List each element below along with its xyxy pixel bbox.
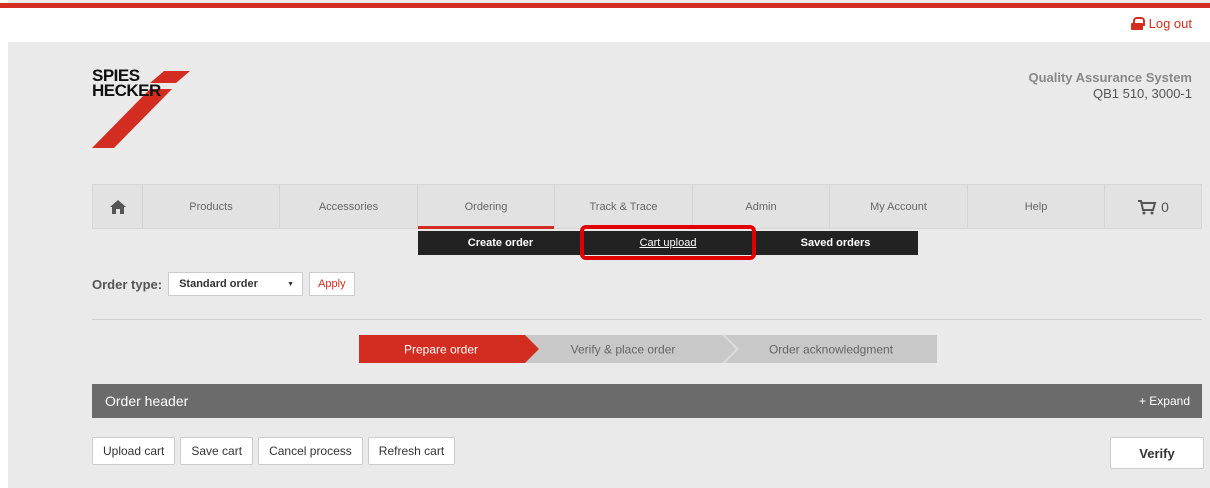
nav-label: Products xyxy=(189,200,233,213)
nav-products[interactable]: Products xyxy=(143,185,280,228)
nav-label: My Account xyxy=(870,200,927,213)
upload-cart-button[interactable]: Upload cart xyxy=(92,437,176,465)
spies-hecker-logo[interactable]: SPIES HECKER xyxy=(92,67,202,152)
expand-toggle[interactable]: + Expand xyxy=(1139,394,1190,408)
utility-bar: Log out xyxy=(8,8,1210,42)
cart-count: 0 xyxy=(1161,198,1169,215)
nav-home[interactable] xyxy=(93,185,143,228)
subnav-create-order[interactable]: Create order xyxy=(418,231,583,255)
system-info: Quality Assurance System QB1 510, 3000-1 xyxy=(1028,70,1192,102)
system-code: QB1 510, 3000-1 xyxy=(1092,86,1192,101)
system-title: Quality Assurance System xyxy=(1028,70,1192,85)
subnav-label: Create order xyxy=(467,237,534,249)
cart-upload-highlight xyxy=(580,225,756,260)
order-type-bar: Order type: Standard order ▼ Apply xyxy=(92,272,355,296)
cancel-process-button[interactable]: Cancel process xyxy=(258,437,363,465)
order-type-select[interactable]: Standard order ▼ xyxy=(168,272,304,296)
chevron-down-icon: ▼ xyxy=(287,280,295,288)
logout-label: Log out xyxy=(1148,16,1192,31)
nav-accessories[interactable]: Accessories xyxy=(280,185,418,228)
lock-icon xyxy=(1130,17,1145,30)
nav-label: Accessories xyxy=(318,200,379,213)
nav-ordering[interactable]: Ordering xyxy=(418,185,555,229)
order-type-label: Order type: xyxy=(92,276,163,292)
verify-button[interactable]: Verify xyxy=(1110,437,1204,469)
nav-admin[interactable]: Admin xyxy=(693,185,830,228)
nav-label: Ordering xyxy=(464,200,508,213)
cart-icon xyxy=(1138,199,1157,214)
apply-button[interactable]: Apply xyxy=(309,272,355,296)
home-icon xyxy=(109,199,126,214)
order-progress-steps: Prepare order Verify & place order Order… xyxy=(359,335,937,363)
nav-cart[interactable]: 0 xyxy=(1105,185,1201,228)
logout-link[interactable]: Log out xyxy=(1130,16,1192,31)
nav-help[interactable]: Help xyxy=(968,185,1105,228)
refresh-cart-button[interactable]: Refresh cart xyxy=(367,437,456,465)
step-label-prepare: Prepare order xyxy=(404,343,478,357)
order-header-bar[interactable]: Order header + Expand xyxy=(92,384,1202,418)
main-nav: Products Accessories Ordering Track & Tr… xyxy=(92,184,1202,229)
order-header-title: Order header xyxy=(105,393,189,409)
nav-label: Help xyxy=(1024,200,1048,213)
order-type-value: Standard order xyxy=(179,278,258,290)
cart-actions: Upload cart Save cart Cancel process Ref… xyxy=(92,437,456,465)
nav-track-trace[interactable]: Track & Trace xyxy=(555,185,693,228)
nav-label: Track & Trace xyxy=(589,200,658,213)
save-cart-button[interactable]: Save cart xyxy=(180,437,254,465)
logo-text-line2: HECKER xyxy=(92,81,161,100)
step-label-verify: Verify & place order xyxy=(571,343,676,357)
subnav-saved-orders[interactable]: Saved orders xyxy=(753,231,918,255)
step-label-acknowledgment: Order acknowledgment xyxy=(769,343,894,357)
nav-my-account[interactable]: My Account xyxy=(830,185,968,228)
subnav-label: Saved orders xyxy=(800,237,871,249)
nav-label: Admin xyxy=(745,200,777,213)
apply-label: Apply xyxy=(318,278,346,290)
divider xyxy=(92,319,1202,320)
